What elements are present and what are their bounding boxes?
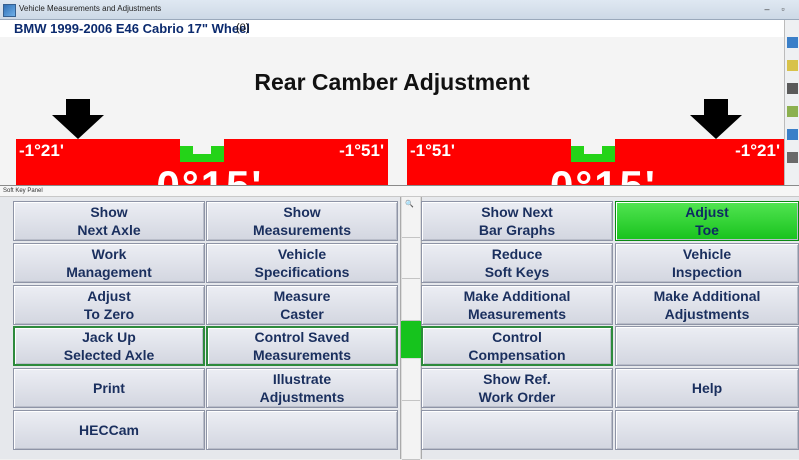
vehicle-info-icon[interactable]: (0): [236, 22, 249, 34]
soft-key-heccam[interactable]: HECCam: [13, 410, 205, 450]
soft-key-reduce-soft-keys[interactable]: Reduce Soft Keys: [421, 243, 613, 283]
soft-key-vehicle-inspection[interactable]: Vehicle Inspection: [615, 243, 799, 283]
tool-strip: [784, 20, 799, 185]
soft-key-adjust-toe[interactable]: Adjust Toe: [615, 201, 799, 241]
soft-key-show-next-axle[interactable]: Show Next Axle: [13, 201, 205, 241]
soft-key-jack-up-selected-axle[interactable]: Jack Up Selected Axle: [13, 326, 205, 366]
soft-key-control-saved-measurements[interactable]: Control Saved Measurements: [206, 326, 398, 366]
right-gauge-right-value: -1°21': [735, 141, 780, 160]
tool-icon-4[interactable]: [787, 106, 798, 117]
left-gauge-left-value: -1°21': [19, 141, 64, 160]
vehicle-header: BMW 1999-2006 E46 Cabrio 17" Wheel (0): [0, 20, 784, 37]
soft-key-scroll-thumb[interactable]: [401, 321, 421, 358]
right-gauge-notch: [584, 146, 602, 154]
left-gauge-readout: -0°15': [16, 161, 388, 207]
soft-key-panel-title: Soft Key Panel: [3, 188, 43, 194]
soft-key-control-compensation[interactable]: Control Compensation: [421, 326, 613, 366]
left-gauge-notch: [193, 146, 211, 154]
tool-icon-2[interactable]: [787, 60, 798, 71]
soft-key-empty-21[interactable]: [206, 410, 398, 450]
soft-key-make-additional-adjustments[interactable]: Make Additional Adjustments: [615, 285, 799, 325]
soft-key-panel-titlebar: Soft Key Panel: [0, 186, 799, 197]
soft-key-empty-23[interactable]: [615, 410, 799, 450]
page-title: Rear Camber Adjustment: [254, 69, 530, 95]
magnifier-icon[interactable]: 🔍: [405, 200, 414, 208]
soft-key-scrollbar[interactable]: 🔍: [400, 197, 422, 460]
tool-icon-3[interactable]: [787, 83, 798, 94]
minimize-icon[interactable]: –: [760, 3, 774, 15]
measurement-display: Rear Camber Adjustment -1°21' -1°51' -0°…: [0, 37, 784, 207]
soft-key-show-ref-work-order[interactable]: Show Ref. Work Order: [421, 368, 613, 408]
right-gauge-readout: -0°15': [407, 161, 784, 207]
soft-key-panel: Soft Key Panel 🔍 Show Next Axle Show Meas…: [0, 185, 799, 460]
soft-key-show-next-bar-graphs[interactable]: Show Next Bar Graphs: [421, 201, 613, 241]
down-arrow-icon: [690, 99, 742, 139]
down-arrow-icon: [52, 99, 104, 139]
soft-key-make-additional-measurements[interactable]: Make Additional Measurements: [421, 285, 613, 325]
maximize-icon[interactable]: ▫: [776, 3, 790, 15]
soft-key-work-management[interactable]: Work Management: [13, 243, 205, 283]
soft-key-empty-15[interactable]: [615, 326, 799, 366]
app-icon: [3, 4, 16, 17]
soft-key-adjust-to-zero[interactable]: Adjust To Zero: [13, 285, 205, 325]
window-title: Vehicle Measurements and Adjustments: [19, 4, 162, 13]
soft-key-measure-caster[interactable]: Measure Caster: [206, 285, 398, 325]
soft-key-help[interactable]: Help: [615, 368, 799, 408]
tool-icon-1[interactable]: [787, 37, 798, 48]
tool-icon-6[interactable]: [787, 152, 798, 163]
tool-icon-5[interactable]: [787, 129, 798, 140]
soft-key-empty-22[interactable]: [421, 410, 613, 450]
vehicle-title: BMW 1999-2006 E46 Cabrio 17" Wheel: [14, 21, 250, 36]
soft-key-show-measurements[interactable]: Show Measurements: [206, 201, 398, 241]
window-titlebar: Vehicle Measurements and Adjustments – ▫: [0, 0, 799, 20]
right-gauge-left-value: -1°51': [410, 141, 455, 160]
soft-key-vehicle-specifications[interactable]: Vehicle Specifications: [206, 243, 398, 283]
soft-key-print[interactable]: Print: [13, 368, 205, 408]
left-gauge-right-value: -1°51': [339, 141, 384, 160]
soft-key-illustrate-adjustments[interactable]: Illustrate Adjustments: [206, 368, 398, 408]
